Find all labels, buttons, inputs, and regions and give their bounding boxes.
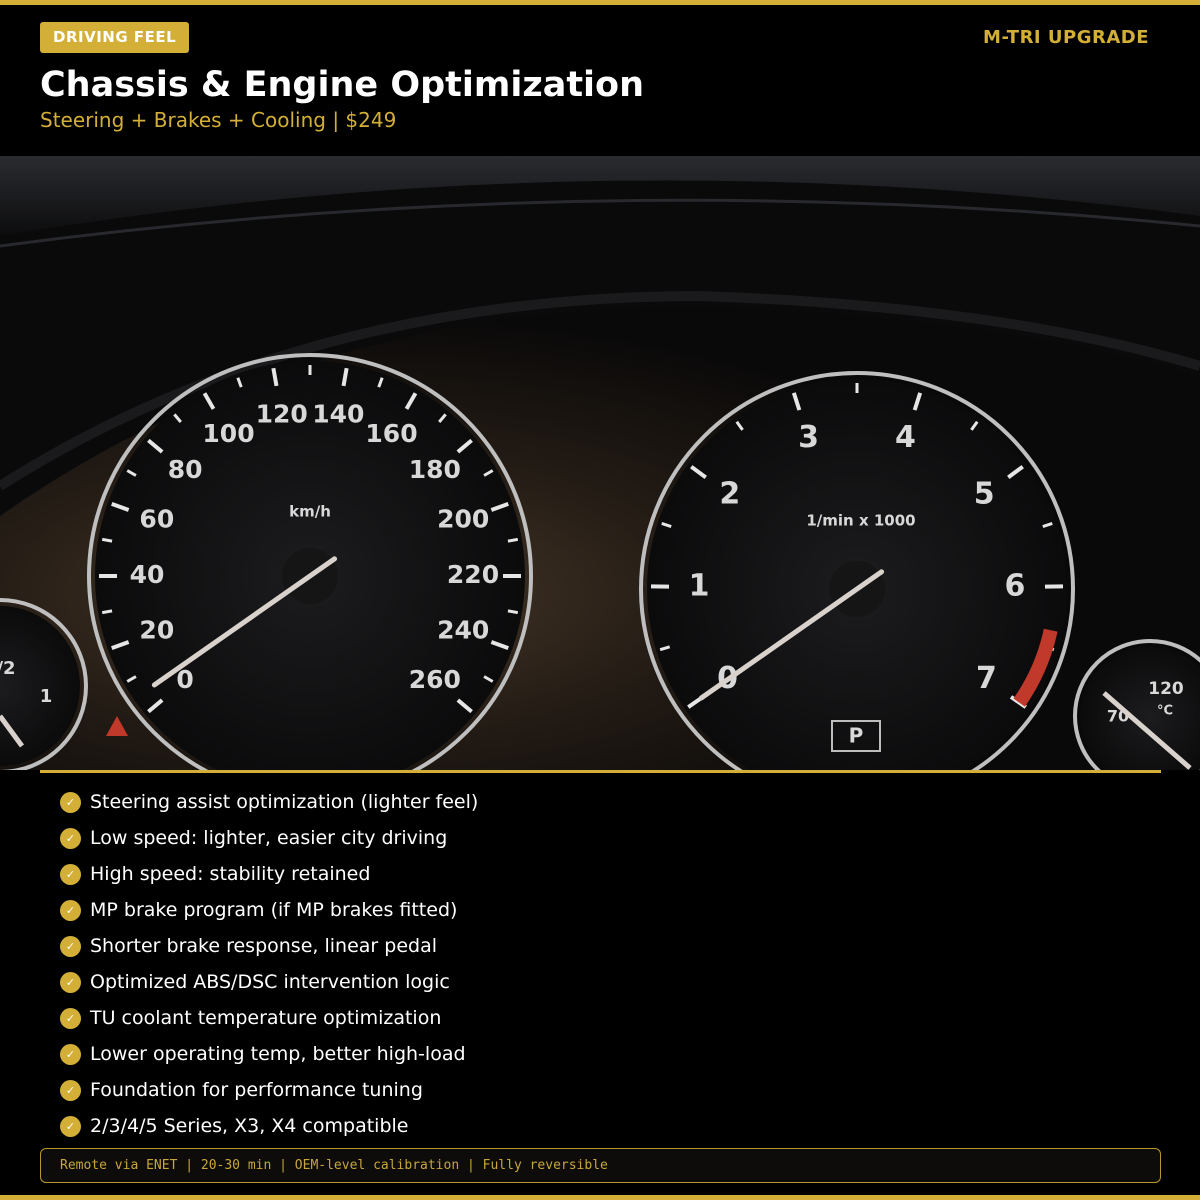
- feature-text: TU coolant temperature optimization: [90, 1007, 442, 1029]
- page-title: Chassis & Engine Optimization: [40, 65, 645, 105]
- left-gauge-label: /2: [0, 658, 16, 679]
- temp-gauge-unit: °C: [1157, 704, 1173, 719]
- speedometer-label: 60: [139, 504, 174, 533]
- feature-text: High speed: stability retained: [90, 863, 371, 885]
- gear-indicator: P: [849, 724, 864, 748]
- feature-item: ✓ TU coolant temperature optimization: [60, 1000, 1160, 1036]
- feature-item: ✓ Lower operating temp, better high-load: [60, 1036, 1160, 1072]
- tachometer-label: 1: [689, 569, 710, 604]
- dashboard-photo: 0 20 40 60 80 100 120 140 160 180 200 220 240 260 km/h…: [0, 156, 1200, 770]
- check-icon: ✓: [60, 1115, 81, 1137]
- tachometer-label: 3: [798, 420, 819, 455]
- tachometer-label: 7: [976, 661, 997, 696]
- page-subtitle: Steering + Brakes + Cooling | $249: [40, 108, 397, 132]
- speedometer-tick: [101, 609, 113, 615]
- tachometer-unit-label: 1/min x 1000: [806, 512, 915, 530]
- feature-text: 2/3/4/5 Series, X3, X4 compatible: [90, 1115, 409, 1137]
- feature-item: ✓ Low speed: lighter, easier city driving: [60, 820, 1160, 856]
- feature-item: ✓ High speed: stability retained: [60, 856, 1160, 892]
- speedometer-label: 260: [409, 665, 461, 694]
- check-icon: ✓: [60, 827, 81, 849]
- feature-item: ✓ Optimized ABS/DSC intervention logic: [60, 964, 1160, 1000]
- feature-text: Steering assist optimization (lighter fe…: [90, 791, 479, 813]
- feature-text: Lower operating temp, better high-load: [90, 1043, 466, 1065]
- speedometer-label: 120: [256, 399, 308, 428]
- bottom-accent-rule: [0, 1195, 1200, 1200]
- speedometer-label: 140: [312, 399, 364, 428]
- check-icon: ✓: [60, 935, 81, 957]
- feature-text: Foundation for performance tuning: [90, 1079, 423, 1101]
- speedometer-tick: [507, 609, 519, 615]
- speedometer-label: 160: [365, 419, 417, 448]
- footer-text: Remote via ENET | 20-30 min | OEM-level …: [60, 1158, 608, 1173]
- footer-info-box: Remote via ENET | 20-30 min | OEM-level …: [40, 1148, 1161, 1183]
- check-icon: ✓: [60, 863, 81, 885]
- feature-text: Low speed: lighter, easier city driving: [90, 827, 448, 849]
- feature-item: ✓ Steering assist optimization (lighter f…: [60, 784, 1160, 820]
- speedometer-label: 180: [409, 455, 461, 484]
- speedometer-label: 240: [437, 616, 489, 645]
- tachometer-label: 5: [974, 477, 995, 512]
- speedometer-tick: [101, 537, 113, 543]
- speedometer-tick: [507, 537, 519, 543]
- photo-divider: [40, 770, 1161, 773]
- tachometer-label: 4: [895, 420, 916, 455]
- speedometer-label: 100: [202, 419, 254, 448]
- header: DRIVING FEEL M-TRI UPGRADE Chassis & Eng…: [0, 5, 1200, 156]
- check-icon: ✓: [60, 1007, 81, 1029]
- feature-text: Optimized ABS/DSC intervention logic: [90, 971, 450, 993]
- category-badge: DRIVING FEEL: [40, 22, 190, 53]
- check-icon: ✓: [60, 1079, 81, 1101]
- speedometer-unit-label: km/h: [289, 503, 331, 521]
- brand-label: M-TRI UPGRADE: [983, 27, 1149, 48]
- check-icon: ✓: [60, 971, 81, 993]
- temp-gauge-label: 120: [1148, 679, 1184, 699]
- feature-text: Shorter brake response, linear pedal: [90, 935, 437, 957]
- speedometer-label: 80: [168, 455, 203, 484]
- left-gauge-label: 1: [40, 686, 53, 707]
- feature-list: ✓ Steering assist optimization (lighter f…: [60, 784, 1160, 1144]
- feature-text: MP brake program (if MP brakes fitted): [90, 899, 458, 921]
- speedometer-label: 220: [447, 560, 499, 589]
- check-icon: ✓: [60, 791, 81, 813]
- speedometer-label: 20: [139, 616, 174, 645]
- feature-item: ✓ Shorter brake response, linear pedal: [60, 928, 1160, 964]
- tachometer-label: 6: [1005, 569, 1026, 604]
- feature-item: ✓ MP brake program (if MP brakes fitted): [60, 892, 1160, 928]
- tachometer-label: 2: [719, 477, 740, 512]
- speedometer-label: 200: [437, 504, 489, 533]
- feature-item: ✓ Foundation for performance tuning: [60, 1072, 1160, 1108]
- feature-item: ✓ 2/3/4/5 Series, X3, X4 compatible: [60, 1108, 1160, 1144]
- check-icon: ✓: [60, 899, 81, 921]
- speedometer-label: 40: [130, 560, 165, 589]
- check-icon: ✓: [60, 1043, 81, 1065]
